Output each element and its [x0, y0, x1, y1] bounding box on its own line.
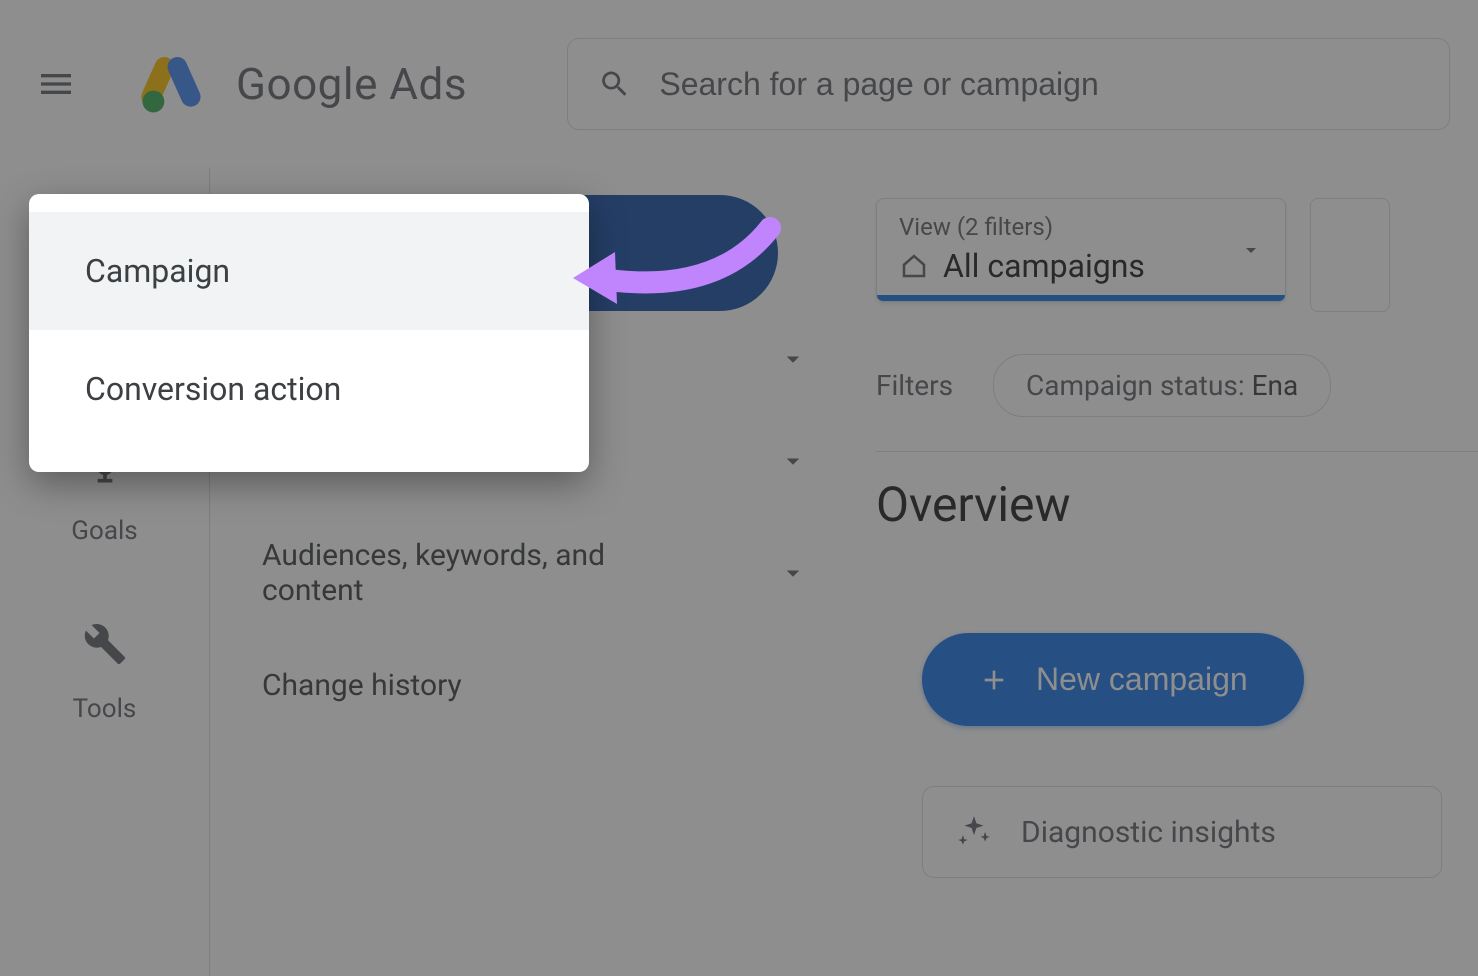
- google-ads-logo: [136, 48, 208, 120]
- page-title: Overview: [876, 476, 1478, 533]
- dropdown-item-campaign[interactable]: Campaign: [29, 212, 589, 330]
- view-selector-extra[interactable]: [1310, 198, 1390, 312]
- plus-icon: [978, 664, 1010, 696]
- filter-pill-campaign-status[interactable]: Campaign status: Ena: [993, 354, 1331, 417]
- chevron-down-icon: [778, 446, 808, 476]
- rail-label-tools: Tools: [73, 694, 137, 724]
- search-box[interactable]: [567, 38, 1450, 130]
- view-selector[interactable]: View (2 filters) All campaigns: [876, 198, 1286, 302]
- diagnostic-insights-card[interactable]: Diagnostic insights: [922, 786, 1442, 878]
- home-icon: [899, 251, 929, 281]
- create-dropdown: Campaign Conversion action: [29, 194, 589, 472]
- product-name: Google Ads: [236, 58, 467, 110]
- active-underline: [877, 295, 1285, 301]
- nav-label-change-history: Change history: [262, 668, 462, 703]
- chevron-down-icon: [778, 344, 808, 374]
- search-input[interactable]: [659, 66, 1419, 103]
- nav-item-change-history[interactable]: Change history: [240, 642, 830, 729]
- diagnostic-insights-label: Diagnostic insights: [1021, 815, 1276, 850]
- chevron-down-icon: [778, 558, 808, 588]
- new-campaign-label: New campaign: [1036, 661, 1248, 698]
- app-header: Google Ads: [0, 0, 1478, 168]
- search-icon: [598, 66, 631, 102]
- sparkle-icon: [955, 813, 993, 851]
- view-selector-value: All campaigns: [943, 247, 1145, 285]
- main-content: View (2 filters) All campaigns Filters C…: [860, 168, 1478, 976]
- rail-label-goals: Goals: [71, 516, 137, 546]
- filter-key: Campaign status:: [1026, 369, 1252, 402]
- hamburger-icon: [36, 64, 76, 104]
- new-campaign-button[interactable]: New campaign: [922, 633, 1304, 726]
- nav-label-audiences: Audiences, keywords, and content: [262, 538, 682, 608]
- rail-item-tools[interactable]: Tools: [0, 604, 209, 724]
- filters-label: Filters: [876, 369, 953, 402]
- filters-row: Filters Campaign status: Ena: [876, 354, 1478, 417]
- dropdown-item-conversion-action[interactable]: Conversion action: [29, 330, 589, 448]
- filter-val: Ena: [1252, 369, 1299, 402]
- view-filter-count: View (2 filters): [899, 213, 1263, 241]
- caret-down-icon: [1239, 238, 1263, 262]
- divider: [876, 451, 1478, 452]
- logo-cluster: Google Ads: [136, 48, 467, 120]
- nav-item-audiences[interactable]: Audiences, keywords, and content: [240, 512, 830, 634]
- menu-button[interactable]: [28, 56, 84, 112]
- view-filter-row: View (2 filters) All campaigns: [876, 198, 1478, 312]
- tools-icon: [83, 622, 127, 666]
